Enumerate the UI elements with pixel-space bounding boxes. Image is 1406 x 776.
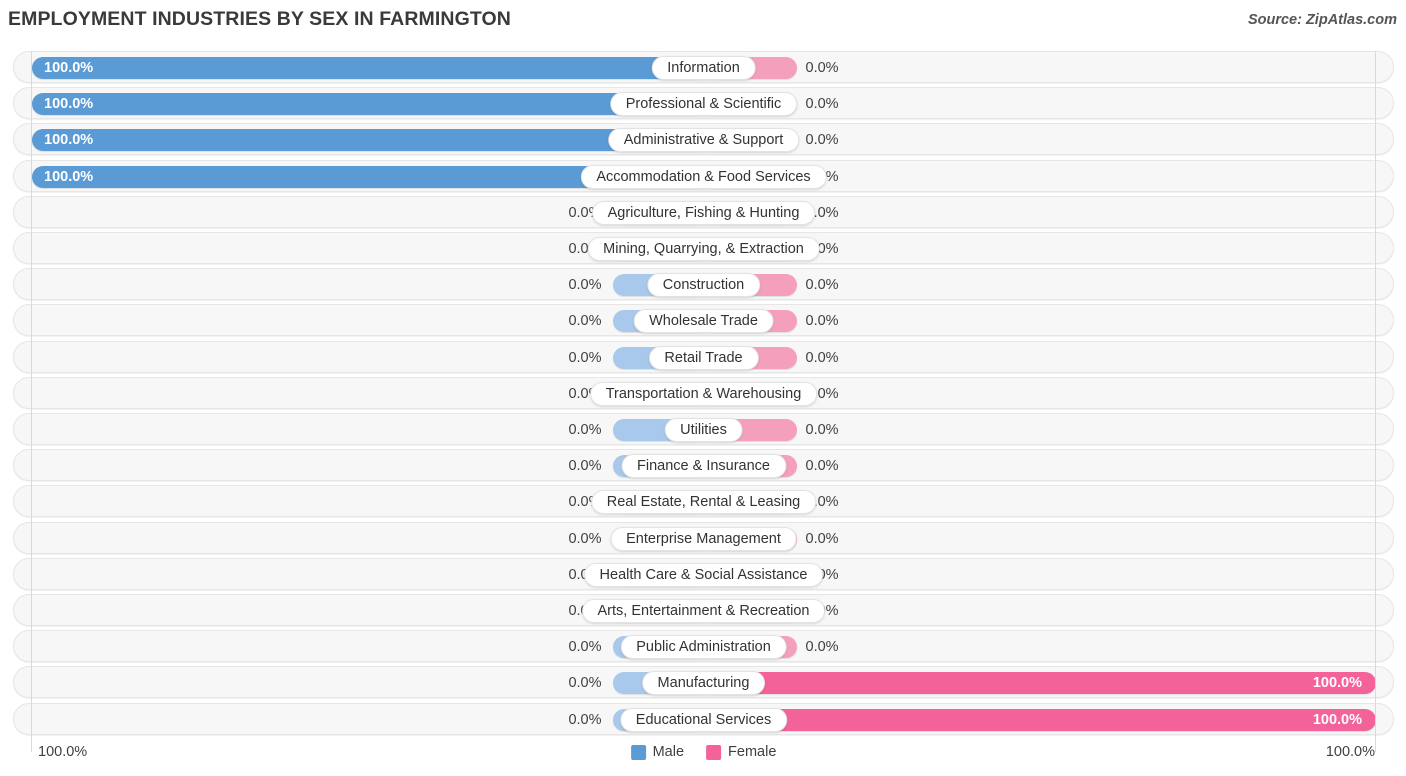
category-label: Finance & Insurance — [621, 454, 786, 479]
male-value-label: 0.0% — [568, 530, 602, 547]
category-label: Health Care & Social Assistance — [583, 562, 824, 587]
category-label: Utilities — [664, 418, 743, 442]
category-label: Information — [651, 56, 756, 80]
male-value-label: 0.0% — [568, 458, 602, 475]
chart-row[interactable]: 0.0%0.0%Health Care & Social Assistance — [13, 557, 1394, 590]
chart-row[interactable]: 0.0% 0.0% Wholesale Trade — [13, 304, 1394, 337]
female-value-label: 0.0% — [805, 458, 839, 475]
chart-row[interactable]: 0.0% 0.0% Finance & Insurance — [13, 449, 1394, 482]
category-label: Public Administration — [620, 635, 787, 660]
female-value-label: 100.0% — [1312, 711, 1362, 728]
category-label: Administrative & Support — [607, 128, 800, 153]
male-value-label: 0.0% — [568, 349, 602, 366]
plot-area: 100.0% 0.0% Information 100.0% 0.0% Professio… — [13, 51, 1394, 752]
axis-label-right: 100.0% — [1325, 744, 1375, 760]
male-value-label: 0.0% — [568, 639, 602, 656]
female-value-label: 0.0% — [805, 60, 839, 76]
female-value-label: 100.0% — [1312, 675, 1362, 692]
chart-row[interactable]: 0.0%0.0%Arts, Entertainment & Recreation — [13, 594, 1394, 626]
chart-row[interactable]: 0.0% 100.0% Educational Services — [13, 702, 1394, 735]
category-label: Enterprise Management — [610, 526, 797, 551]
male-value-label: 0.0% — [568, 675, 602, 692]
source-attribution: Source: ZipAtlas.com — [1247, 12, 1397, 28]
category-label: Mining, Quarrying, & Extraction — [587, 237, 820, 261]
male-value-label: 100.0% — [44, 60, 94, 76]
bar-female[interactable] — [704, 672, 1376, 695]
female-value-label: 0.0% — [805, 132, 839, 149]
male-value-label: 0.0% — [568, 711, 602, 728]
chart-row[interactable]: 100.0% 0.0% Professional & Scientific — [13, 87, 1394, 120]
category-label: Transportation & Warehousing — [589, 381, 818, 406]
axis-line-left — [31, 51, 32, 752]
axis-label-left: 100.0% — [38, 744, 88, 760]
chart-row[interactable]: 100.0%0.0%Accommodation & Food Services — [13, 159, 1394, 192]
chart-row[interactable]: 0.0% 0.0% Retail Trade — [13, 340, 1394, 373]
male-value-label: 100.0% — [44, 96, 94, 113]
legend-label: Female — [728, 744, 777, 760]
category-label: Educational Services — [619, 707, 788, 732]
chart-footer: 100.0% Male Female 100.0% — [13, 741, 1394, 771]
chart-row[interactable]: 0.0% 0.0% Transportation & Warehousing — [13, 376, 1394, 409]
legend-label: Male — [652, 744, 685, 760]
category-label: Retail Trade — [648, 345, 759, 370]
category-label: Professional & Scientific — [609, 92, 798, 117]
category-label: Construction — [646, 273, 761, 298]
legend-item[interactable]: Female — [706, 741, 776, 763]
chart-row[interactable]: 0.0% 0.0% Utilities — [13, 413, 1394, 445]
female-value-label: 0.0% — [805, 639, 839, 656]
chart-row[interactable]: 0.0% 0.0% Real Estate, Rental & Leasing — [13, 485, 1394, 518]
chart-root: EMPLOYMENT INDUSTRIES BY SEX IN FARMINGT… — [0, 0, 1406, 776]
male-value-label: 0.0% — [568, 422, 602, 438]
category-label: Accommodation & Food Services — [580, 164, 827, 189]
bar-female[interactable] — [704, 708, 1376, 731]
female-value-label: 0.0% — [805, 530, 839, 547]
male-value-label: 0.0% — [568, 313, 602, 330]
category-label: Real Estate, Rental & Leasing — [590, 490, 817, 515]
legend-swatch-female — [706, 744, 722, 760]
male-value-label: 100.0% — [44, 132, 94, 149]
page-title: EMPLOYMENT INDUSTRIES BY SEX IN FARMINGT… — [8, 8, 511, 30]
chart-row[interactable]: 0.0% 0.0% Public Administration — [13, 630, 1394, 663]
male-value-label: 100.0% — [44, 168, 94, 185]
bar-male[interactable] — [32, 129, 705, 152]
female-value-label: 0.0% — [805, 277, 839, 294]
chart-legend: Male Female — [630, 741, 776, 763]
female-value-label: 0.0% — [805, 313, 839, 330]
legend-item[interactable]: Male — [630, 741, 685, 763]
chart-row[interactable]: 0.0% 0.0% Construction — [13, 268, 1394, 301]
female-value-label: 0.0% — [805, 349, 839, 366]
category-label: Agriculture, Fishing & Hunting — [591, 200, 816, 225]
category-label: Manufacturing — [641, 671, 766, 696]
female-value-label: 0.0% — [805, 96, 839, 113]
bar-male[interactable] — [32, 57, 705, 79]
chart-row[interactable]: 100.0% 0.0% Information — [13, 51, 1394, 83]
chart-row[interactable]: 0.0% 0.0% Mining, Quarrying, & Extraction — [13, 232, 1394, 264]
category-label: Arts, Entertainment & Recreation — [581, 599, 826, 623]
bar-male[interactable] — [32, 93, 705, 116]
chart-row[interactable]: 0.0% 0.0% Enterprise Management — [13, 521, 1394, 554]
chart-row[interactable]: 0.0% 0.0% Agriculture, Fishing & Hunting — [13, 195, 1394, 228]
category-label: Wholesale Trade — [633, 309, 774, 334]
axis-line-right — [1375, 51, 1376, 752]
chart-row[interactable]: 0.0% 100.0% Manufacturing — [13, 666, 1394, 699]
chart-row[interactable]: 100.0% 0.0% Administrative & Support — [13, 123, 1394, 156]
male-value-label: 0.0% — [568, 277, 602, 294]
female-value-label: 0.0% — [805, 422, 839, 438]
legend-swatch-male — [630, 744, 646, 760]
